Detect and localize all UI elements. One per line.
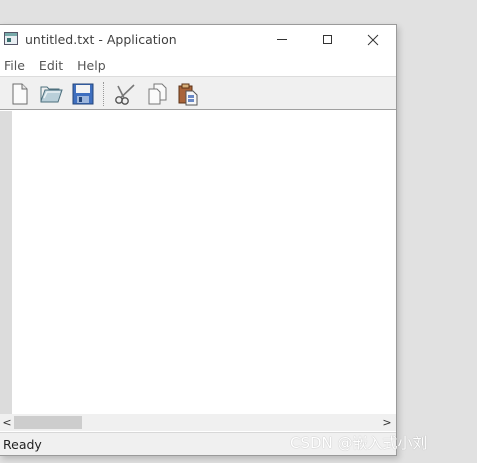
horizontal-scrollbar[interactable]: < >	[0, 414, 396, 431]
save-button[interactable]	[70, 81, 96, 107]
menu-help[interactable]: Help	[73, 58, 112, 73]
close-icon	[367, 34, 379, 45]
paste-icon	[178, 83, 198, 106]
open-button[interactable]	[38, 81, 64, 107]
status-text: Ready	[3, 437, 42, 452]
toolbar	[0, 76, 396, 110]
minimize-icon	[277, 39, 287, 40]
application-window: untitled.txt - Application File Edit Hel…	[0, 24, 397, 456]
maximize-button[interactable]	[304, 25, 350, 54]
minimize-button[interactable]	[259, 25, 305, 54]
cut-button[interactable]	[112, 81, 138, 107]
menu-file[interactable]: File	[0, 58, 31, 73]
scrollbar-thumb[interactable]	[14, 416, 82, 429]
editor-gutter	[0, 111, 12, 414]
copy-icon	[148, 83, 167, 105]
menu-bar: File Edit Help	[0, 54, 396, 76]
save-icon	[72, 83, 94, 105]
menu-edit[interactable]: Edit	[35, 58, 69, 73]
scroll-left-button[interactable]: <	[0, 414, 14, 431]
text-editor[interactable]	[12, 111, 395, 414]
title-bar[interactable]: untitled.txt - Application	[0, 25, 396, 54]
new-button[interactable]	[6, 81, 32, 107]
paste-button[interactable]	[175, 81, 201, 107]
close-button[interactable]	[350, 25, 396, 54]
copy-button[interactable]	[144, 81, 170, 107]
watermark: CSDN @嵌入式小刘	[290, 434, 428, 452]
window-title: untitled.txt - Application	[25, 32, 177, 47]
cut-icon	[115, 84, 135, 105]
open-folder-icon	[40, 86, 63, 103]
toolbar-separator	[103, 82, 105, 106]
maximize-icon	[322, 35, 332, 44]
new-file-icon	[12, 83, 28, 105]
scroll-right-button[interactable]: >	[380, 414, 394, 431]
app-icon	[4, 32, 18, 45]
